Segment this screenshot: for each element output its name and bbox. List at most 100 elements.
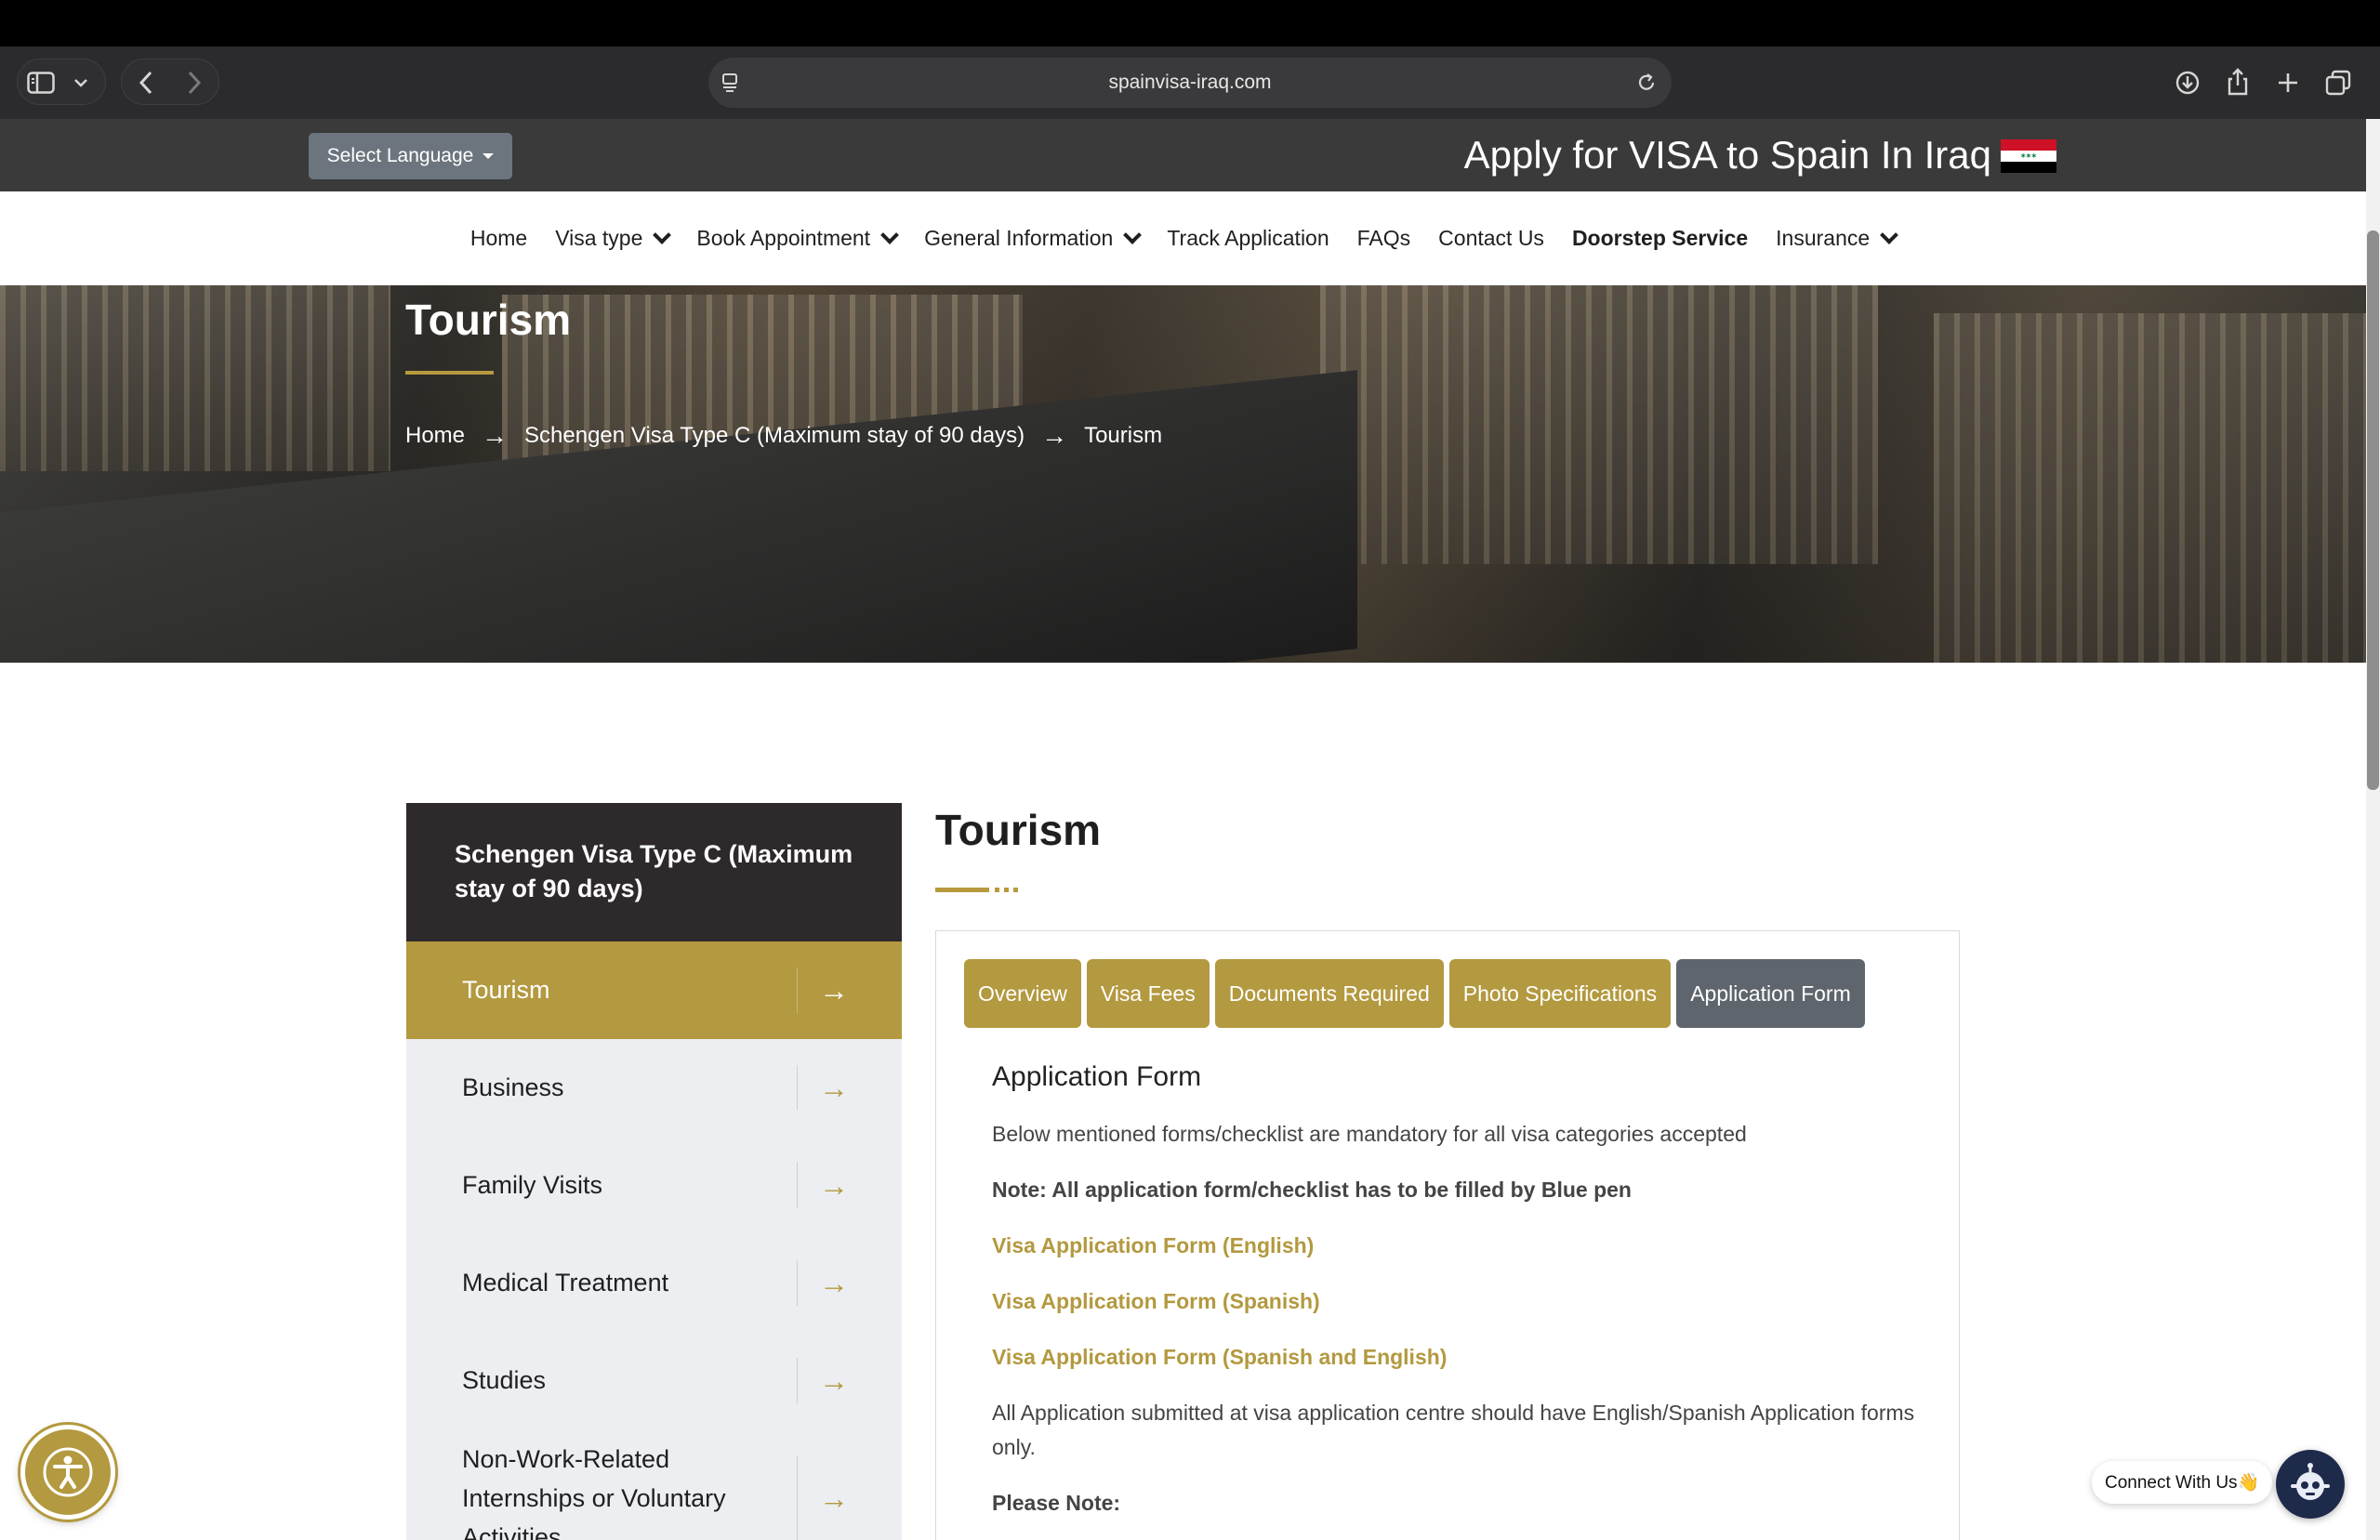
browser-toolbar: spainvisa-iraq.com: [0, 46, 2380, 119]
nav-home-label: Home: [469, 226, 528, 250]
sidebar-item-label: Business: [462, 1073, 564, 1101]
hero-building: [1320, 285, 1878, 564]
address-bar[interactable]: spainvisa-iraq.com: [708, 58, 1672, 108]
tab-overview[interactable]: Overview: [964, 959, 1081, 1028]
chatbot-button[interactable]: [2276, 1450, 2345, 1519]
sidebar-item-label: Non-Work-Related Internships or Voluntar…: [462, 1445, 726, 1540]
tabs-overview-icon[interactable]: [2324, 69, 2352, 97]
chevron-down-icon: [1880, 225, 1899, 244]
sidebar-divider: [797, 1455, 798, 1540]
nav-book-appointment-label: Book Appointment: [696, 226, 871, 250]
sidebar-item-label: Tourism: [462, 976, 550, 1004]
nav-contact-us[interactable]: Contact Us: [1424, 226, 1558, 251]
breadcrumb-arrow-icon: →: [1041, 421, 1068, 450]
nav-doorstep-service[interactable]: Doorstep Service: [1558, 226, 1762, 251]
nav-doorstep-service-label: Doorstep Service: [1571, 226, 1749, 250]
apply-title: Apply for VISA to Spain In Iraq: [1463, 133, 1991, 177]
chatbot-icon: [2291, 1463, 2330, 1500]
nav-home[interactable]: Home: [456, 226, 541, 251]
chevron-down-icon: [880, 225, 899, 244]
breadcrumb-home[interactable]: Home: [405, 423, 465, 449]
connect-label: Connect With Us👋: [2105, 1473, 2260, 1493]
accessibility-button[interactable]: [20, 1425, 115, 1520]
sidebar-item-family-visits[interactable]: Family Visits →: [406, 1137, 902, 1234]
hero-banner: Tourism Home → Schengen Visa Type C (Max…: [0, 285, 2366, 663]
sidebar-item-medical-treatment[interactable]: Medical Treatment →: [406, 1234, 902, 1332]
nav-visa-type[interactable]: Visa type: [541, 225, 682, 251]
nav-insurance[interactable]: Insurance: [1762, 225, 1910, 251]
main-nav: Home Visa type Book Appointment General …: [0, 191, 2366, 285]
visa-category-sidebar: Schengen Visa Type C (Maximum stay of 90…: [406, 803, 902, 1540]
submission-text: All Application submitted at visa applic…: [992, 1401, 1915, 1459]
note-text: Note: All application form/checklist has…: [992, 1178, 1632, 1202]
link-form-english[interactable]: Visa Application Form (English): [992, 1229, 1922, 1263]
chevron-down-icon[interactable]: [71, 74, 91, 91]
share-icon[interactable]: [2224, 67, 2252, 97]
accessibility-icon: [43, 1447, 93, 1497]
new-tab-icon[interactable]: [2274, 69, 2302, 97]
tab-documents-required[interactable]: Documents Required: [1214, 959, 1444, 1028]
tab-application-form[interactable]: Application Form: [1676, 959, 1865, 1028]
content-panel: Overview Visa Fees Documents Required Ph…: [935, 930, 1960, 1540]
sidebar-toggle-icon[interactable]: [24, 71, 58, 95]
nav-track-application-label: Track Application: [1167, 226, 1329, 250]
connect-with-us-pill[interactable]: Connect With Us👋: [2092, 1461, 2273, 1504]
link-form-spanish-english[interactable]: Visa Application Form (Spanish and Engli…: [992, 1340, 1922, 1375]
content-title: Tourism: [935, 806, 1102, 854]
tab-visa-fees[interactable]: Visa Fees: [1086, 959, 1210, 1028]
breadcrumb-arrow-icon: →: [482, 421, 509, 450]
arrow-right-icon: →: [819, 1363, 849, 1397]
os-menu-bar: [0, 0, 2380, 46]
nav-visa-type-label: Visa type: [555, 226, 643, 250]
caret-down-icon: [483, 153, 495, 159]
content-title-underline: [935, 888, 989, 892]
reload-icon[interactable]: [1633, 69, 1660, 97]
form-heading: Application Form: [992, 1061, 1202, 1092]
sidebar-item-label: Studies: [462, 1366, 547, 1394]
intro-text: Below mentioned forms/checklist are mand…: [992, 1122, 1747, 1146]
hero-title-underline: [405, 371, 494, 375]
sidebar-item-business[interactable]: Business →: [406, 1039, 902, 1137]
chevron-down-icon: [653, 225, 672, 244]
sidebar-item-tourism[interactable]: Tourism →: [406, 941, 902, 1039]
forward-icon[interactable]: [180, 69, 208, 97]
nav-contact-us-label: Contact Us: [1438, 226, 1544, 250]
nav-faqs[interactable]: FAQs: [1343, 226, 1425, 251]
please-note-label: Please Note:: [992, 1491, 1121, 1515]
iraq-flag-icon: ✶✶✶: [2001, 139, 2056, 173]
nav-track-application[interactable]: Track Application: [1153, 226, 1342, 251]
nav-faqs-label: FAQs: [1356, 226, 1411, 250]
download-icon[interactable]: [2174, 69, 2202, 97]
hero-building: [1934, 313, 2366, 663]
select-language-label: Select Language: [326, 145, 474, 166]
content-tabs: Overview Visa Fees Documents Required Ph…: [964, 959, 1865, 1028]
breadcrumb: Home → Schengen Visa Type C (Maximum sta…: [405, 423, 1162, 449]
back-icon[interactable]: [132, 69, 160, 97]
sidebar-divider: [797, 1358, 798, 1403]
link-form-spanish[interactable]: Visa Application Form (Spanish): [992, 1284, 1922, 1319]
select-language-button[interactable]: Select Language: [309, 133, 512, 179]
page-scrollbar-thumb[interactable]: [2367, 230, 2379, 790]
arrow-right-icon: →: [819, 1266, 849, 1299]
sidebar-heading: Schengen Visa Type C (Maximum stay of 90…: [406, 803, 902, 941]
sidebar-item-studies[interactable]: Studies →: [406, 1332, 902, 1429]
url-text[interactable]: spainvisa-iraq.com: [708, 58, 1672, 108]
hero-title: Tourism: [405, 296, 572, 344]
breadcrumb-schengen-c[interactable]: Schengen Visa Type C (Maximum stay of 90…: [524, 423, 1025, 449]
content-title-dots: [995, 888, 1018, 892]
nav-book-appointment[interactable]: Book Appointment: [682, 225, 910, 251]
site-topbar: Select Language Apply for VISA to Spain …: [0, 119, 2366, 191]
nav-general-information-label: General Information: [924, 226, 1114, 250]
arrow-right-icon: →: [819, 1071, 849, 1104]
sidebar-item-label: Medical Treatment: [462, 1269, 669, 1296]
chevron-down-icon: [1123, 225, 1143, 244]
arrow-right-icon: →: [819, 973, 849, 1007]
sidebar-item-internships[interactable]: Non-Work-Related Internships or Voluntar…: [406, 1429, 902, 1540]
arrow-right-icon: →: [819, 1481, 849, 1515]
sidebar-divider: [797, 1065, 798, 1111]
sidebar-item-label: Family Visits: [462, 1171, 603, 1199]
hero-building: [0, 285, 390, 471]
nav-insurance-label: Insurance: [1776, 226, 1871, 250]
nav-general-information[interactable]: General Information: [910, 225, 1153, 251]
tab-photo-specifications[interactable]: Photo Specifications: [1448, 959, 1672, 1028]
